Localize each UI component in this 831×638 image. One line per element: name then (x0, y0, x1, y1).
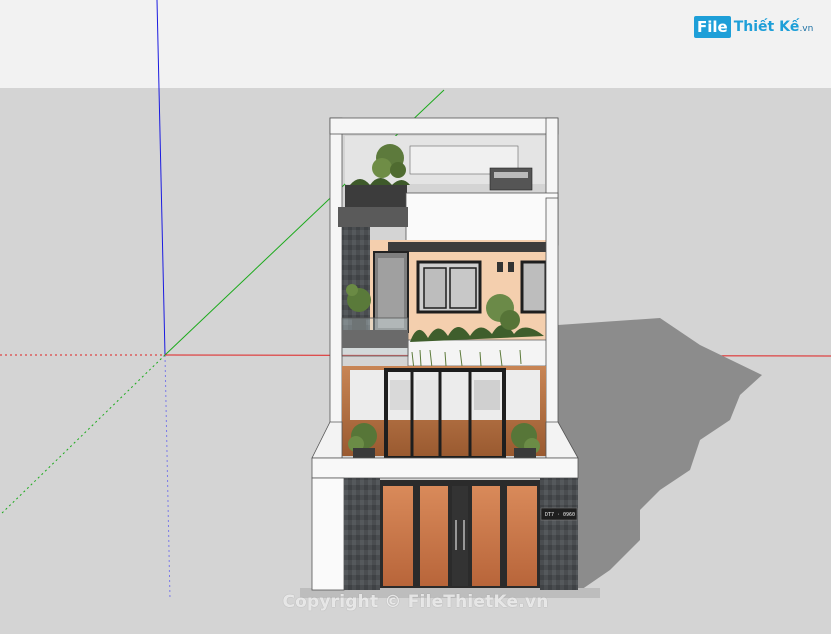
roof-frame-top (329, 117, 559, 135)
site-logo: File Thiết Kế.vn (694, 14, 813, 40)
gate-beam (311, 457, 579, 479)
logo-name-text: Thiết Kế (733, 19, 800, 35)
right-wall (545, 197, 559, 459)
upper-box (405, 192, 559, 246)
floor2-window-right (520, 260, 548, 314)
logo-name: Thiết Kế.vn (734, 19, 814, 35)
roof-planter (345, 185, 407, 207)
sketchup-viewport[interactable]: DT7 · 0960 File Thiết Kế.vn Copyright © … (0, 0, 831, 634)
house-number-text: DT7 · 0960 (544, 512, 576, 518)
floor1-back-wall (350, 370, 540, 420)
roof-unit (489, 167, 533, 191)
gate-stone-left (344, 478, 380, 590)
gate-stone-right (540, 478, 578, 590)
roof-frame-left (329, 117, 343, 459)
floor2-canopy (388, 242, 552, 252)
upper-slab (338, 207, 408, 227)
logo-tld: .vn (799, 24, 814, 34)
roof-frame-right (545, 117, 559, 199)
logo-badge: File (694, 16, 731, 38)
copyright-watermark: Copyright © FileThietKe.vn (282, 592, 549, 612)
scene-canvas (0, 0, 831, 634)
gate-pillar-left (311, 477, 345, 591)
